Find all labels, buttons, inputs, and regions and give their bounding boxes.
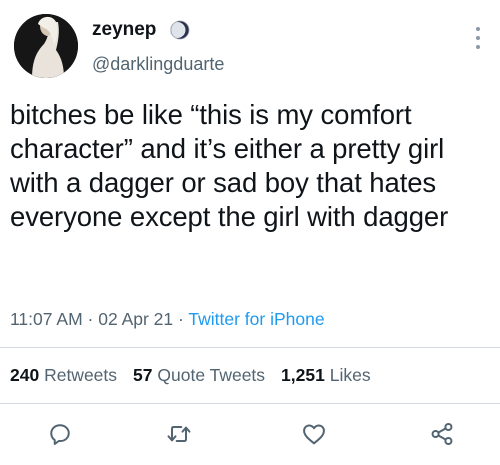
divider [0,403,500,404]
avatar[interactable] [14,14,78,78]
tweet-meta: 11:07 AM · 02 Apr 21 · Twitter for iPhon… [10,308,325,330]
like-button[interactable] [300,420,328,448]
moon-icon [170,20,190,40]
tweet-date[interactable]: 02 Apr 21 [98,309,173,329]
retweets-count: 240 [10,365,40,385]
share-icon [431,422,453,446]
tweet-stats: 240 Retweets 57 Quote Tweets 1,251 Likes [10,364,387,386]
retweet-icon [167,426,191,442]
quote-count: 57 [133,365,153,385]
reply-icon [50,424,70,445]
display-name[interactable]: zeynep [92,18,156,42]
likes-stat[interactable]: 1,251 Likes [281,365,371,385]
likes-count: 1,251 [281,365,325,385]
meta-separator: · [87,309,94,329]
tweet-time[interactable]: 11:07 AM [10,309,83,329]
retweet-button[interactable] [165,420,193,448]
meta-separator: · [178,309,184,329]
retweets-stat[interactable]: 240 Retweets [10,365,117,385]
share-button[interactable] [428,420,456,448]
quote-label: Quote Tweets [157,365,266,385]
likes-label: Likes [329,365,371,385]
avatar-image [14,14,78,78]
more-options-icon[interactable] [472,24,484,52]
tweet-text: bitches be like “this is my comfort char… [10,99,449,232]
quote-tweets-stat[interactable]: 57 Quote Tweets [133,365,265,385]
reply-button[interactable] [46,420,74,448]
like-icon [303,424,325,445]
user-handle[interactable]: @darklingduarte [92,53,224,75]
divider [0,347,500,348]
retweets-label: Retweets [44,365,118,385]
tweet-source-link[interactable]: Twitter for iPhone [188,309,324,329]
